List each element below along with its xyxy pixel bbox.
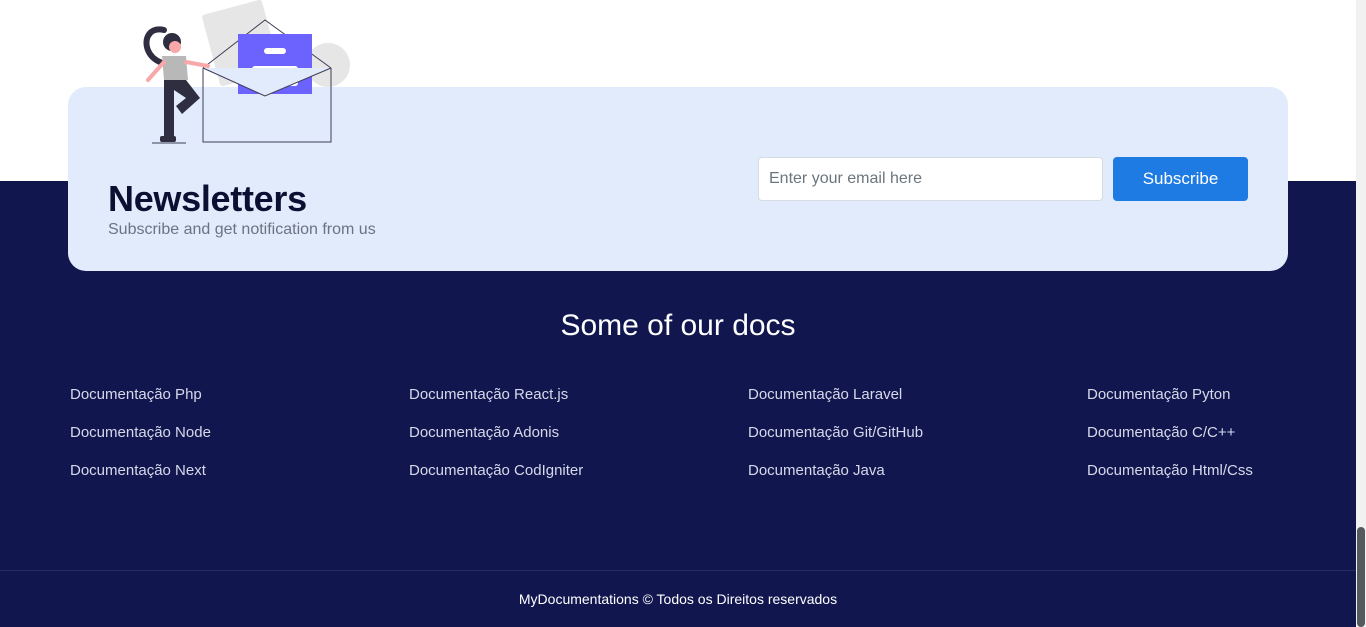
doc-link-laravel[interactable]: Documentação Laravel bbox=[748, 386, 902, 403]
doc-link-node[interactable]: Documentação Node bbox=[70, 424, 211, 441]
doc-link-html-css[interactable]: Documentação Html/Css bbox=[1087, 462, 1253, 479]
doc-link-codigniter[interactable]: Documentação CodIgniter bbox=[409, 462, 583, 479]
doc-link-php[interactable]: Documentação Php bbox=[70, 386, 202, 403]
newsletter-illustration bbox=[143, 0, 350, 144]
newsletter-subtitle: Subscribe and get notification from us bbox=[108, 221, 376, 238]
scrollbar-thumb[interactable] bbox=[1357, 527, 1365, 627]
newsletter-title: Newsletters bbox=[108, 178, 307, 219]
doc-link-react[interactable]: Documentação React.js bbox=[409, 386, 568, 403]
doc-link-pyton[interactable]: Documentação Pyton bbox=[1087, 386, 1230, 403]
doc-link-adonis[interactable]: Documentação Adonis bbox=[409, 424, 559, 441]
doc-link-next[interactable]: Documentação Next bbox=[70, 462, 206, 479]
copyright-text: MyDocumentations © Todos os Direitos res… bbox=[518, 591, 838, 607]
page: Newsletters Subscribe and get notificati… bbox=[0, 0, 1356, 627]
email-input[interactable] bbox=[758, 157, 1103, 201]
doc-link-git-github[interactable]: Documentação Git/GitHub bbox=[748, 424, 923, 441]
subscribe-button[interactable]: Subscribe bbox=[1113, 157, 1248, 201]
doc-link-java[interactable]: Documentação Java bbox=[748, 462, 885, 479]
doc-link-c-cpp[interactable]: Documentação C/C++ bbox=[1087, 424, 1235, 441]
woman-figure-icon bbox=[143, 26, 210, 144]
docs-heading: Some of our docs bbox=[560, 309, 796, 342]
footer-divider bbox=[0, 570, 1356, 571]
